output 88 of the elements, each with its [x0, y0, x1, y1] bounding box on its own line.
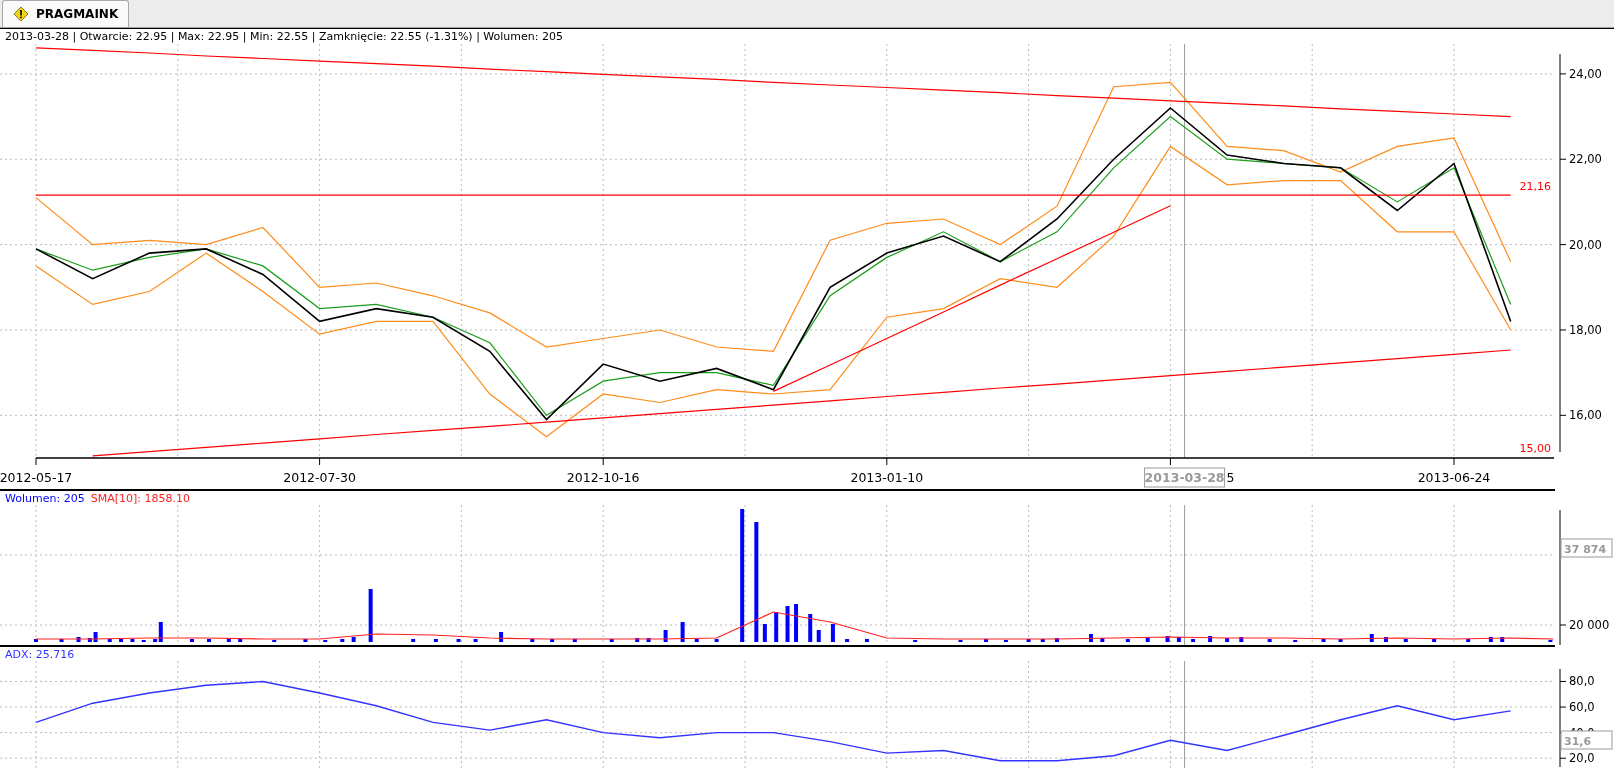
volume-bar: [340, 639, 345, 642]
axis-tick-label: 18,00: [1569, 322, 1602, 337]
volume-bar: [1165, 636, 1170, 642]
volume-bar: [845, 639, 850, 642]
level-label: 15,00: [1519, 442, 1551, 455]
volume-bar: [572, 639, 577, 642]
volume-bar: [1191, 639, 1196, 642]
volume-bar: [1267, 639, 1272, 642]
volume-bar: [663, 630, 668, 642]
volume-bar: [816, 630, 821, 642]
volume-bar: [411, 639, 416, 642]
volume-bar: [226, 638, 231, 642]
volume-bar: [1208, 636, 1213, 642]
volume-bar: [680, 622, 685, 642]
volume-bar: [1225, 638, 1230, 642]
volume-bar: [1321, 639, 1326, 642]
volume-bar: [238, 639, 243, 642]
axis-tick-label: 24,00: [1569, 66, 1602, 81]
volume-bar: [830, 624, 835, 642]
axis-tick-label: 20 000: [1569, 618, 1610, 632]
volume-bar: [303, 639, 308, 642]
axis-tick-label: 16,00: [1569, 408, 1602, 423]
legend-label: ADX: 25.716: [5, 647, 75, 661]
quote-summary: 2013-03-28 | Otwarcie: 22.95 | Max: 22.95 | Min: 22.55 | Zamknięcie: 22.55 (-1.31%) | Wolumen: 205: [5, 30, 563, 43]
volume-bar: [1176, 637, 1181, 642]
volume-bar: [714, 639, 719, 642]
volume-bar: [762, 624, 767, 642]
date-label: 2013-06-24: [1417, 470, 1491, 485]
volume-bar: [794, 604, 799, 642]
volume-bar: [1500, 637, 1505, 642]
volume-bar: [59, 639, 64, 642]
volume-bar: [1100, 638, 1105, 642]
volume-bar: [694, 639, 699, 642]
volume-bar: [76, 637, 81, 642]
date-label: 2012-10-16: [566, 470, 640, 485]
volume-bar: [499, 632, 504, 642]
legend-label: Wolumen: 205: [5, 491, 85, 505]
volume-bar: [1338, 639, 1343, 642]
crosshair-date-label: 2013-03-28: [1144, 467, 1226, 488]
volume-bar: [1383, 637, 1388, 642]
volume-bar: [1026, 639, 1031, 642]
volume-bar: [1432, 639, 1437, 642]
volume-bar: [774, 612, 779, 642]
volume-bar: [808, 614, 813, 642]
volume-bar: [646, 638, 651, 642]
date-label: 2012-07-30: [283, 470, 356, 485]
volume-bar: [1125, 639, 1130, 642]
volume-bar: [1403, 639, 1408, 642]
volume-bar: [433, 639, 438, 642]
axis-tick-label: 60,0: [1569, 700, 1595, 715]
volume-bar: [1040, 639, 1045, 642]
volume-bar: [635, 638, 640, 642]
axis-tick-label: 22,00: [1569, 152, 1602, 167]
volume-bar: [351, 637, 356, 642]
date-label: 2012-05-17: [0, 470, 73, 485]
volume-bar: [1369, 634, 1374, 642]
volume-bar: [1488, 637, 1493, 642]
volume-bar: [473, 639, 478, 642]
volume-bar: [34, 639, 38, 642]
volume-bar: [530, 639, 535, 642]
volume-bar: [1239, 637, 1244, 642]
date-label: 2013-01-10: [850, 470, 924, 485]
volume-bar: [368, 589, 373, 642]
volume-bar: [1145, 637, 1150, 642]
axis-tick-label: 20,0: [1569, 751, 1595, 766]
volume-bar: [119, 639, 124, 642]
volume-bar: [456, 639, 461, 642]
volume-bar: [609, 639, 614, 642]
volume-bar: [785, 606, 790, 642]
date-label: 5: [1226, 470, 1235, 485]
crosshair-value-label: 31,6: [1560, 730, 1613, 750]
volume-bar: [207, 639, 211, 642]
volume-bar: [1466, 639, 1471, 642]
axis-tick-label: 80,0: [1569, 674, 1595, 689]
volume-bar: [1089, 634, 1093, 642]
warning-icon: [13, 6, 29, 22]
volume-bar: [550, 639, 555, 642]
axis-tick-label: 20,00: [1569, 237, 1602, 252]
volume-bar: [130, 639, 135, 642]
chart-tab[interactable]: PRAGMAINK: [2, 0, 130, 27]
volume-bar: [107, 639, 112, 642]
level-label: 21,16: [1519, 180, 1551, 194]
volume-bar: [864, 639, 869, 642]
volume-bar: [190, 639, 194, 642]
legend-label: SMA[10]: 1858.10: [90, 491, 190, 505]
crosshair-value-label: 37 874: [1560, 538, 1613, 558]
volume-bar: [1054, 638, 1059, 642]
volume-bar: [984, 639, 989, 642]
